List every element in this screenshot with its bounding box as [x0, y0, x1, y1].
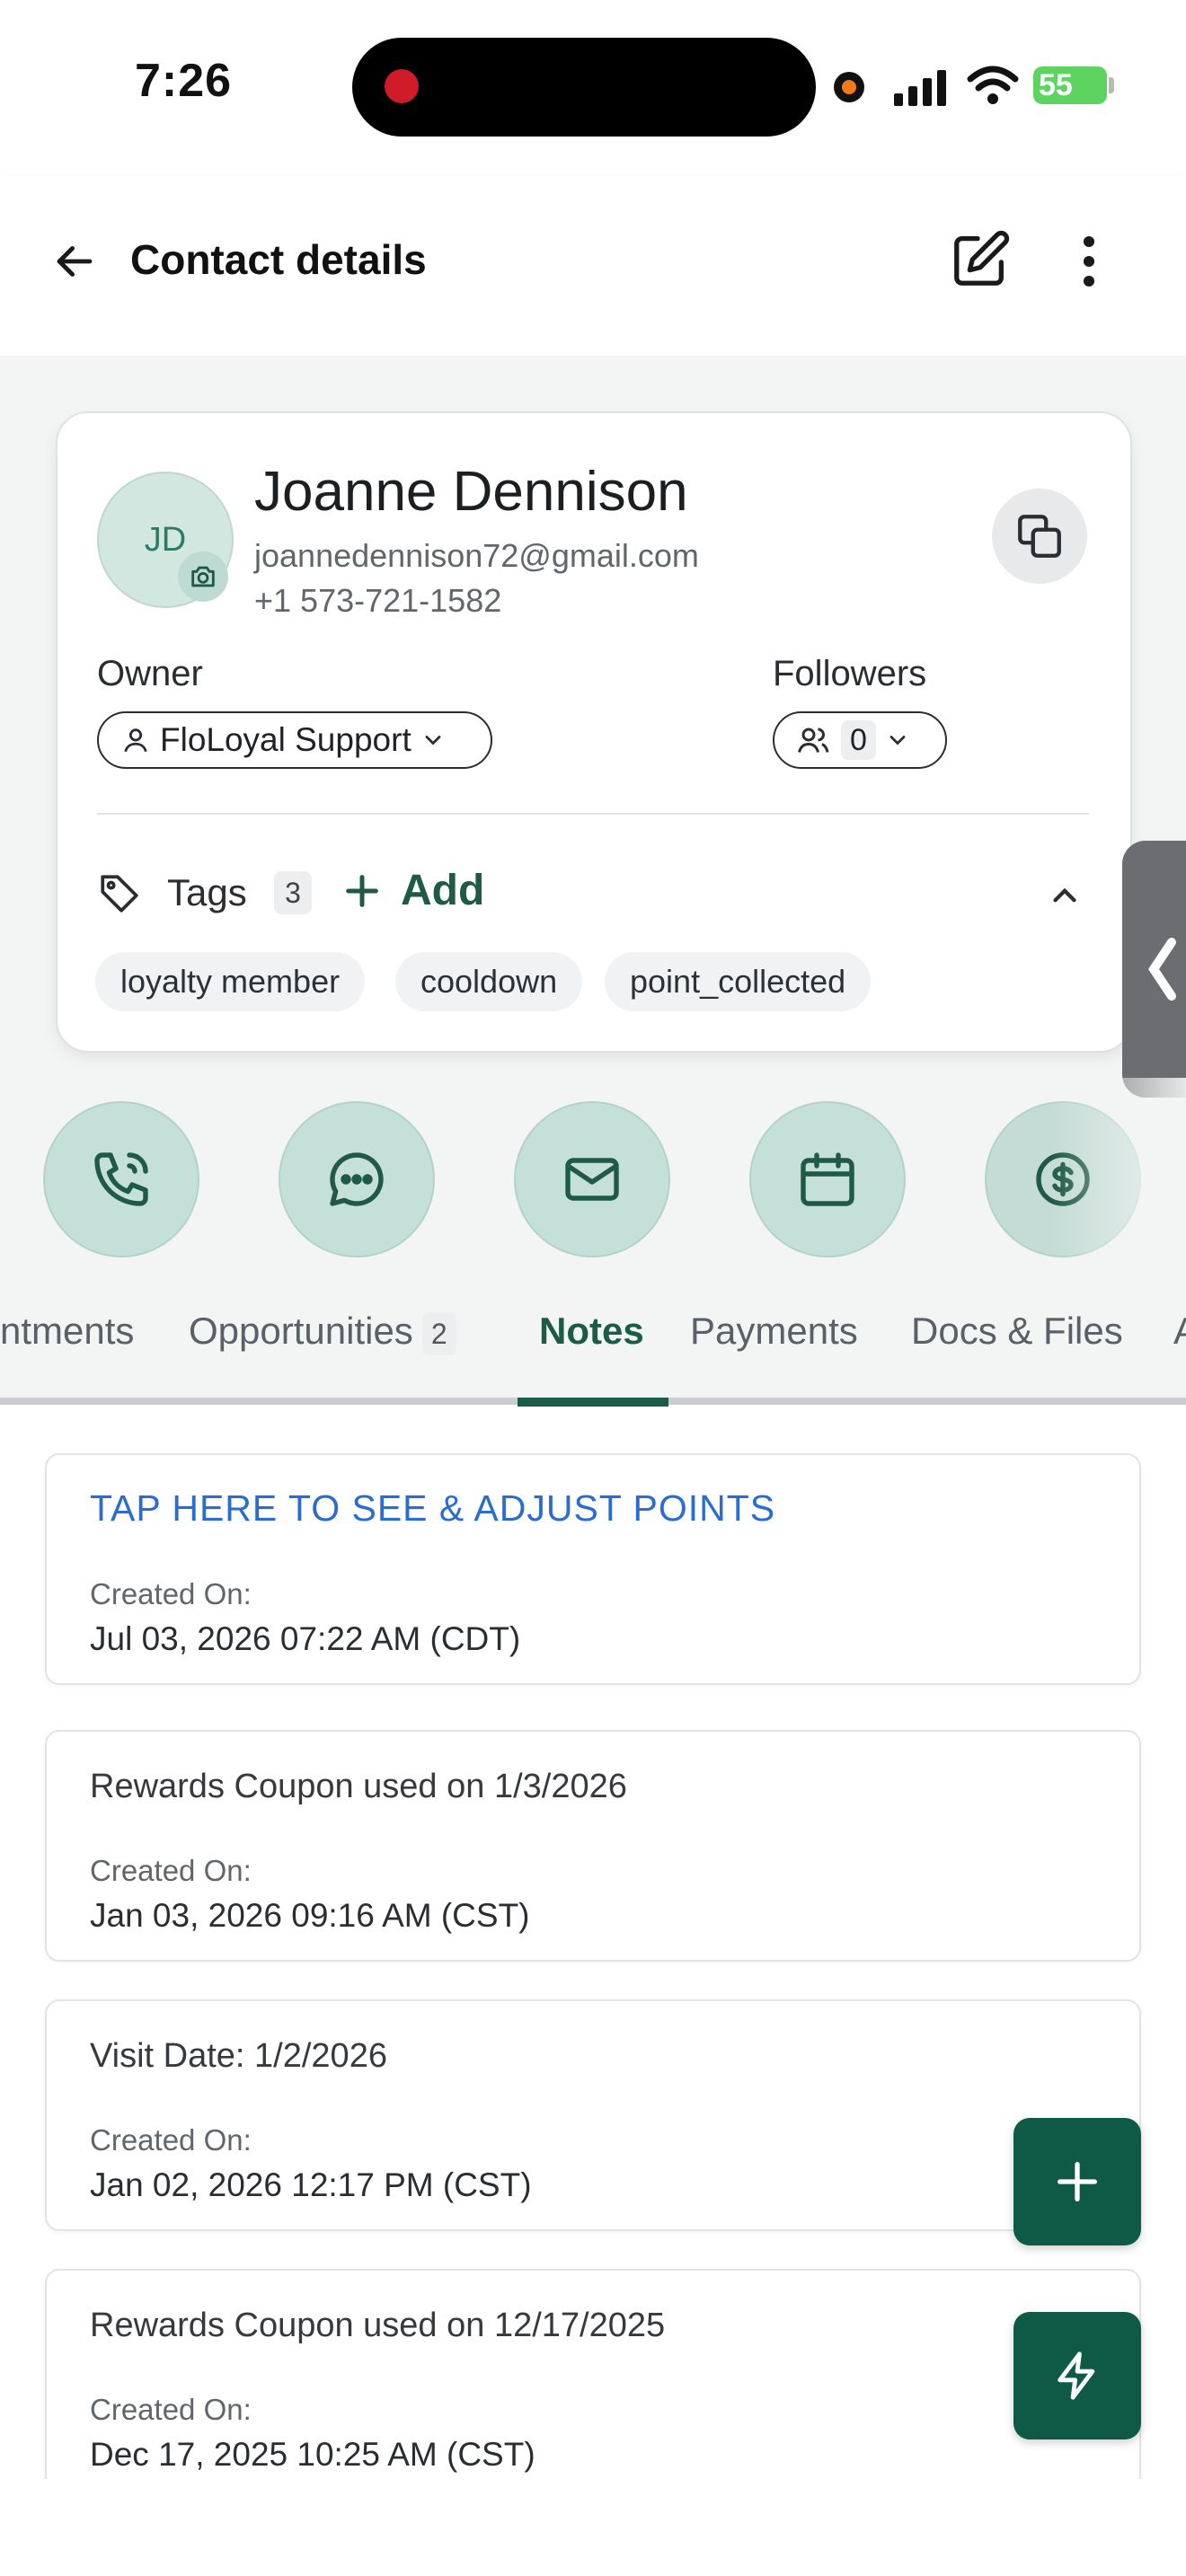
battery-tip: [1109, 77, 1114, 93]
tags-label: Tags: [167, 871, 247, 913]
note-title: Visit Date: 1/2/2026: [90, 2037, 387, 2075]
tab-appointments[interactable]: ntments: [0, 1310, 134, 1353]
card-divider: [97, 813, 1089, 815]
add-tag-button[interactable]: Add: [341, 866, 484, 915]
note-date: Jan 03, 2026 09:16 AM (CST): [90, 1897, 530, 1934]
owner-label: Owner: [97, 654, 203, 693]
note-created-label: Created On:: [90, 2393, 252, 2426]
message-button[interactable]: [279, 1101, 435, 1257]
chevron-down-icon: [425, 736, 441, 745]
tag-chip[interactable]: cooldown: [395, 952, 583, 1011]
signal-icon: [894, 70, 946, 106]
call-button[interactable]: [43, 1101, 199, 1257]
chat-icon: [330, 1152, 384, 1206]
contact-phone[interactable]: +1 573-721-1582: [254, 582, 501, 620]
tab-opportunities-badge: 2: [421, 1311, 456, 1355]
note-date: Dec 17, 2025 10:25 AM (CST): [90, 2436, 535, 2473]
followers-count: 0: [841, 720, 876, 760]
tab-overflow[interactable]: A: [1173, 1310, 1186, 1353]
note-created-label: Created On:: [90, 2123, 252, 2157]
recording-indicator: [385, 69, 419, 103]
owner-value: FloLoyal Support: [160, 721, 412, 758]
dynamic-island: [352, 38, 816, 137]
status-time: 7:26: [135, 55, 233, 107]
wifi-icon: [967, 66, 1019, 104]
tab-notes[interactable]: Notes: [539, 1310, 644, 1353]
camera-indicator: [834, 72, 864, 102]
bottom-area: [0, 2479, 1186, 2576]
note-created-label: Created On:: [90, 1577, 252, 1610]
plus-icon: [346, 874, 378, 907]
chevron-up-icon[interactable]: [1046, 877, 1084, 914]
tag-chip[interactable]: point_collected: [605, 952, 872, 1011]
copy-icon: [1018, 515, 1061, 558]
side-panel-handle[interactable]: [1122, 841, 1186, 1098]
note-card[interactable]: Rewards Coupon used on 1/3/2026 Created …: [45, 1730, 1141, 1962]
note-date: Jan 02, 2026 12:17 PM (CST): [90, 2166, 532, 2203]
more-options-icon[interactable]: [1069, 232, 1109, 291]
copy-button[interactable]: [992, 489, 1087, 584]
note-card[interactable]: Visit Date: 1/2/2026 Created On: Jan 02,…: [45, 1999, 1141, 2231]
active-tab-indicator: [518, 1398, 668, 1407]
mail-icon: [565, 1158, 619, 1201]
scroll-fade: [1051, 1078, 1186, 1284]
quick-action-button[interactable]: [1013, 2312, 1141, 2439]
appointment-button[interactable]: [749, 1101, 906, 1257]
note-date: Jul 03, 2026 07:22 AM (CDT): [90, 1620, 521, 1657]
note-created-label: Created On:: [90, 1854, 252, 1887]
page-title: Contact details: [130, 236, 427, 283]
tags-count: 3: [274, 871, 312, 914]
contact-name: Joanne Dennison: [254, 461, 688, 523]
add-tag-label: Add: [401, 867, 485, 914]
tag-icon: [101, 875, 138, 913]
chevron-left-icon: [1147, 938, 1176, 1001]
plus-icon: [1058, 2162, 1097, 2201]
note-title: Rewards Coupon used on 1/3/2026: [90, 1768, 627, 1805]
back-arrow-icon[interactable]: [49, 235, 101, 287]
followers-label: Followers: [773, 654, 927, 693]
tag-chip[interactable]: loyalty member: [95, 952, 366, 1011]
note-title[interactable]: TAP HERE TO SEE & ADJUST POINTS: [90, 1487, 775, 1530]
camera-icon[interactable]: [178, 551, 228, 602]
owner-dropdown[interactable]: FloLoyal Support: [97, 711, 492, 769]
add-note-button[interactable]: [1013, 2118, 1141, 2245]
note-card[interactable]: TAP HERE TO SEE & ADJUST POINTS Created …: [45, 1453, 1141, 1685]
contact-email[interactable]: joannedennison72@gmail.com: [254, 537, 699, 575]
tab-opportunities-label: Opportunities: [189, 1310, 413, 1352]
user-icon: [124, 728, 147, 753]
followers-dropdown[interactable]: 0: [773, 711, 947, 769]
email-button[interactable]: [514, 1101, 670, 1257]
phone-icon: [94, 1152, 148, 1206]
lightning-icon: [1058, 2351, 1095, 2400]
note-title: Rewards Coupon used on 12/17/2025: [90, 2307, 666, 2344]
tab-opportunities[interactable]: Opportunities 2: [189, 1310, 456, 1355]
battery-indicator: 55: [1033, 66, 1107, 104]
edit-icon[interactable]: [949, 228, 1012, 291]
chevron-down-icon: [890, 736, 906, 745]
note-card[interactable]: Rewards Coupon used on 12/17/2025 Create…: [45, 2269, 1141, 2501]
users-icon: [798, 728, 829, 753]
tab-payments[interactable]: Payments: [690, 1310, 858, 1353]
tab-docs-files[interactable]: Docs & Files: [911, 1310, 1123, 1353]
calendar-icon: [801, 1152, 854, 1206]
